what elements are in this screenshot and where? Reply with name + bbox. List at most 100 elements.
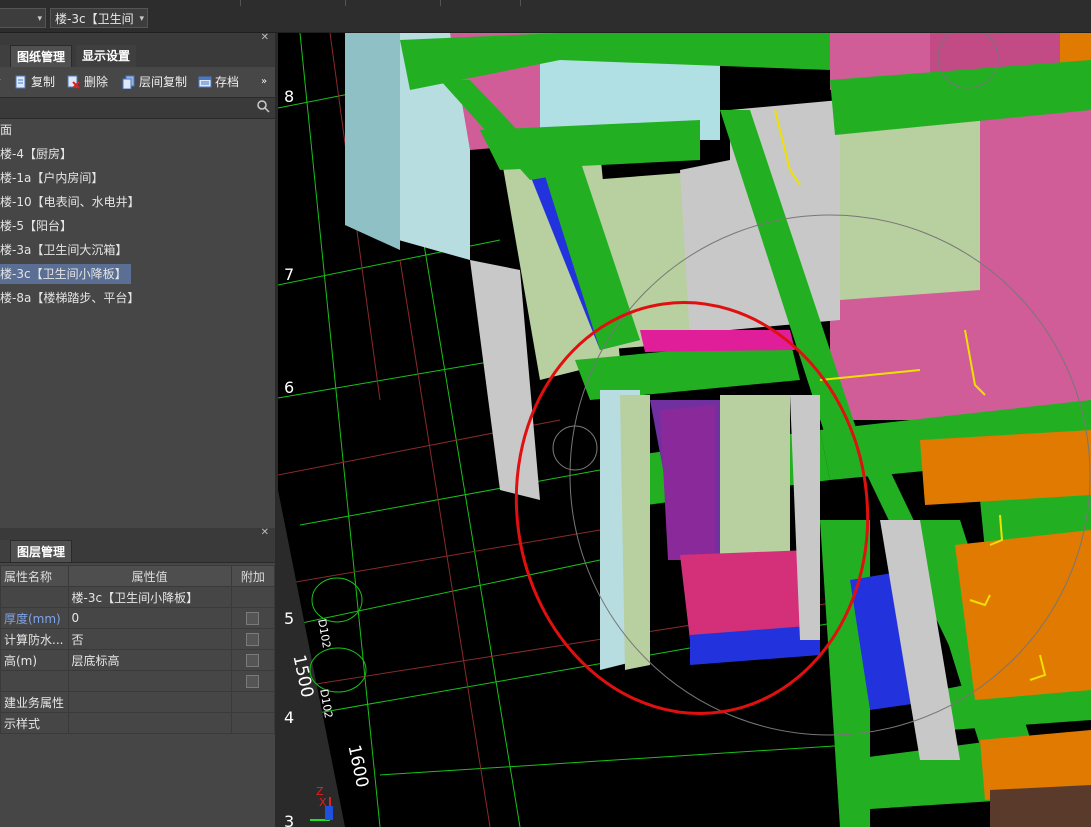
floor-select-value: 楼-3c【卫生间: [55, 12, 134, 26]
tab-stub[interactable]: [0, 45, 10, 67]
panel-header: ✕: [0, 32, 275, 45]
dropdown-stub[interactable]: ▾: [0, 73, 1, 91]
property-extra: [230, 649, 276, 671]
property-value[interactable]: 层底标高: [67, 649, 232, 671]
list-item[interactable]: 楼-8a【楼梯踏步、平台】: [0, 286, 275, 310]
property-name: 高(m): [0, 649, 69, 671]
property-extra: [230, 628, 276, 650]
axis-label-7: 7: [284, 265, 295, 284]
archive-label: 存档: [215, 75, 240, 89]
list-item-label: 楼-8a【楼梯踏步、平台】: [0, 291, 140, 305]
layer-list: 面楼-4【厨房】楼-1a【户内房间】楼-10【电表间、水电井】楼-5【阳台】楼-…: [0, 118, 275, 310]
axis-label-4: 4: [284, 708, 295, 727]
copy-button[interactable]: 复制: [14, 73, 55, 91]
chevron-down-icon: ▾: [37, 14, 42, 24]
property-name: [0, 586, 69, 608]
close-icon[interactable]: ✕: [261, 32, 269, 43]
copy-label: 复制: [31, 75, 56, 89]
property-value[interactable]: 楼-3c【卫生间小降板】: [67, 586, 232, 608]
properties-table: 属性名称 属性值 附加 楼-3c【卫生间小降板】 厚度(mm) 0 计算防水... 否高…: [0, 565, 276, 734]
table-row[interactable]: [0, 670, 276, 692]
extra-checkbox[interactable]: [246, 633, 260, 646]
property-extra: [230, 607, 276, 629]
property-value[interactable]: [67, 712, 232, 734]
table-row[interactable]: 厚度(mm) 0: [0, 607, 276, 629]
list-item-label: 楼-3a【卫生间大沉箱】: [0, 243, 128, 257]
list-item[interactable]: 楼-3a【卫生间大沉箱】: [0, 238, 275, 262]
list-item[interactable]: 楼-10【电表间、水电井】: [0, 190, 275, 214]
property-name: 示样式: [0, 712, 69, 734]
divider: [440, 0, 441, 6]
table-row[interactable]: 楼-3c【卫生间小降板】: [0, 586, 276, 608]
delete-icon: [67, 75, 80, 89]
close-icon[interactable]: ✕: [261, 527, 269, 538]
table-row[interactable]: 计算防水... 否: [0, 628, 276, 650]
property-name: [0, 670, 69, 692]
table-row[interactable]: 建业务属性: [0, 691, 276, 713]
table-row[interactable]: 高(m) 层底标高: [0, 649, 276, 671]
column-header-name: 属性名称: [0, 565, 69, 587]
divider: [345, 0, 346, 6]
more-chevron-icon[interactable]: »: [261, 73, 267, 91]
properties-panel: ✕ 图层管理 属性名称 属性值 附加 楼-3c【卫生间小降板】 厚度(mm) 0 计算…: [0, 527, 276, 827]
gizmo-x-label: X: [319, 796, 327, 809]
properties-header-row: 属性名称 属性值 附加: [0, 565, 276, 587]
floor-copy-icon: [122, 75, 135, 90]
list-item-label: 面: [0, 123, 13, 137]
tab-layer-management[interactable]: 图层管理: [10, 540, 73, 562]
list-item[interactable]: 面: [0, 118, 275, 142]
tab-display-settings[interactable]: 显示设置: [76, 45, 137, 67]
column-header-value: 属性值: [67, 565, 232, 587]
chevron-down-icon: ▾: [139, 14, 144, 24]
axis-label-6: 6: [284, 378, 295, 397]
search-icon[interactable]: [257, 100, 270, 116]
property-value[interactable]: [67, 670, 232, 692]
top-toolbar: ▾ 楼-3c【卫生间 ▾: [0, 0, 1091, 33]
list-item[interactable]: 楼-3c【卫生间小降板】: [0, 262, 275, 286]
orange-room: [920, 430, 1091, 505]
property-value[interactable]: 否: [67, 628, 232, 650]
axis-label-3: 3: [284, 812, 295, 827]
search-input[interactable]: [0, 99, 254, 118]
model-canvas: [278, 33, 1091, 827]
copy-icon: [14, 75, 27, 89]
floor-copy-button[interactable]: 层间复制: [122, 73, 187, 91]
property-name: 建业务属性: [0, 691, 69, 713]
delete-button[interactable]: 删除: [67, 73, 108, 91]
list-item[interactable]: 楼-5【阳台】: [0, 214, 275, 238]
prev-select[interactable]: ▾: [0, 8, 46, 28]
list-item-label: 楼-4【厨房】: [0, 147, 72, 161]
list-item[interactable]: 楼-1a【户内房间】: [0, 166, 275, 190]
property-extra: [230, 691, 276, 713]
list-item[interactable]: 楼-4【厨房】: [0, 142, 275, 166]
extra-checkbox[interactable]: [246, 654, 260, 667]
property-name: 厚度(mm): [0, 607, 69, 629]
archive-button[interactable]: 存档: [198, 73, 239, 91]
drawing-tabs: 图纸管理 显示设置: [0, 45, 275, 68]
panel-header: ✕: [0, 527, 275, 540]
property-extra: [230, 712, 276, 734]
delete-label: 删除: [84, 75, 109, 89]
property-extra: [230, 670, 276, 692]
axis-label-8: 8: [284, 87, 295, 106]
divider: [520, 0, 521, 6]
property-extra: [230, 586, 276, 608]
list-item-label: 楼-5【阳台】: [0, 219, 72, 233]
property-name: 计算防水...: [0, 628, 69, 650]
list-item-label: 楼-3c【卫生间小降板】: [0, 264, 131, 284]
axis-label-5: 5: [284, 609, 295, 628]
column-header-extra: 附加: [230, 565, 276, 587]
property-value[interactable]: [67, 691, 232, 713]
extra-checkbox[interactable]: [246, 612, 260, 625]
table-row[interactable]: 示样式: [0, 712, 276, 734]
list-item-label: 楼-1a【户内房间】: [0, 171, 104, 185]
property-tabs: 图层管理: [0, 540, 275, 563]
3d-viewport[interactable]: 8 7 6 5 4 3 1500 1600 D102 D102 Z X: [278, 33, 1091, 827]
extra-checkbox[interactable]: [246, 675, 260, 688]
property-value[interactable]: 0: [67, 607, 232, 629]
search-bar: [0, 97, 275, 119]
tab-stub[interactable]: [0, 540, 10, 562]
tab-drawing-management[interactable]: 图纸管理: [10, 45, 73, 67]
floor-select[interactable]: 楼-3c【卫生间 ▾: [50, 8, 148, 28]
archive-icon: [198, 75, 212, 89]
